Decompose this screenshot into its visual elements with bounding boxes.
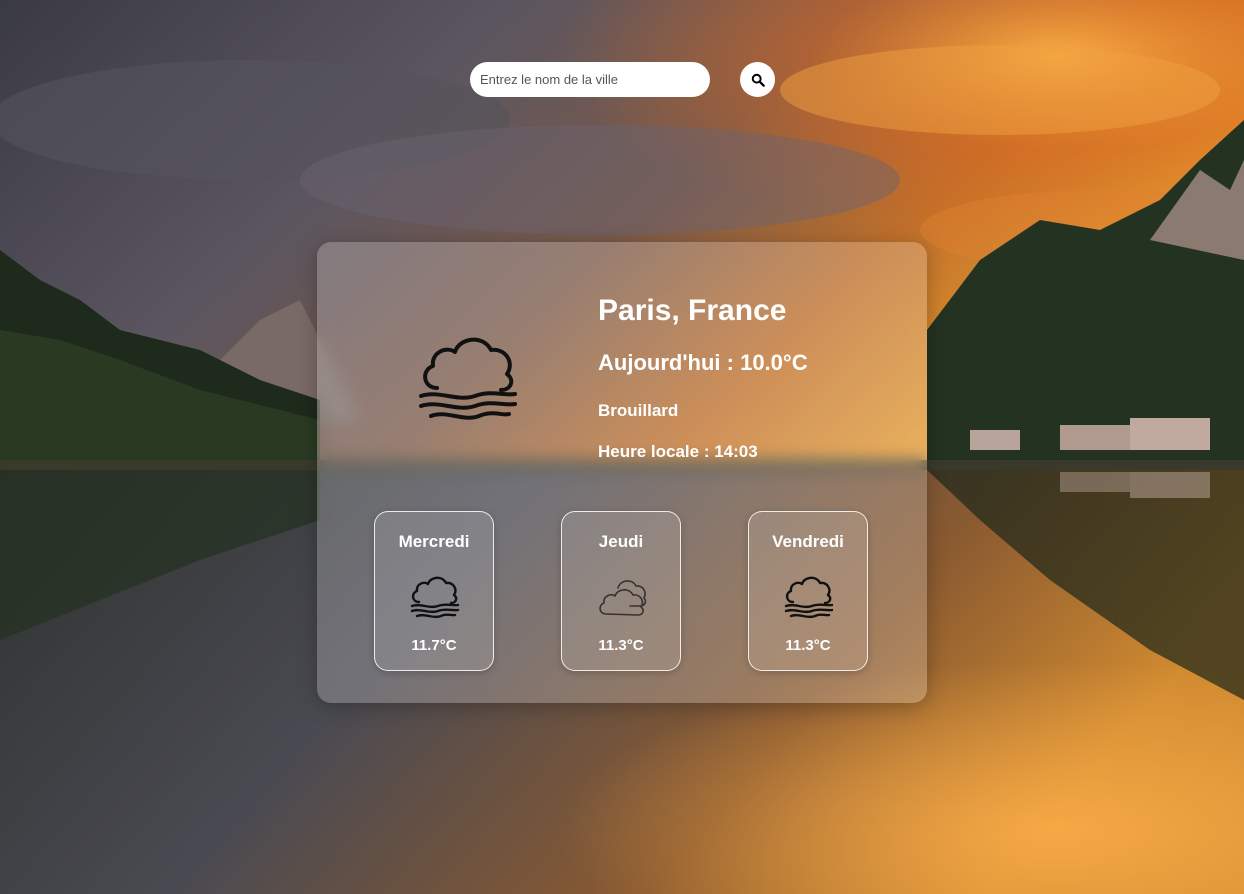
fog-icon <box>410 576 460 619</box>
fog-icon <box>419 337 517 420</box>
forecast-day: Jeudi <box>598 532 644 551</box>
forecast-card: Mercredi 11.7°C <box>374 511 494 671</box>
forecast-temperature: 11.3°C <box>785 637 831 654</box>
forecast-card: Jeudi 11.3°C <box>561 511 681 671</box>
forecast-temperature: 11.7°C <box>411 637 457 654</box>
forecast-day: Vendredi <box>772 532 844 551</box>
weather-card: Paris, France Aujourd'hui : 10.0°C Broui… <box>317 242 927 703</box>
fog-icon <box>784 576 834 619</box>
local-time: Heure locale : 14:03 <box>598 442 758 461</box>
search-icon <box>751 73 765 87</box>
search-button[interactable] <box>740 62 775 97</box>
forecast-card: Vendredi 11.3°C <box>748 511 868 671</box>
weather-condition: Brouillard <box>598 401 679 420</box>
cloudy-icon <box>599 580 647 616</box>
forecast-temperature: 11.3°C <box>598 637 644 654</box>
today-temperature: Aujourd'hui : 10.0°C <box>598 350 808 375</box>
forecast-day: Mercredi <box>398 532 470 551</box>
search-input[interactable] <box>470 62 710 97</box>
city-name: Paris, France <box>598 294 787 327</box>
